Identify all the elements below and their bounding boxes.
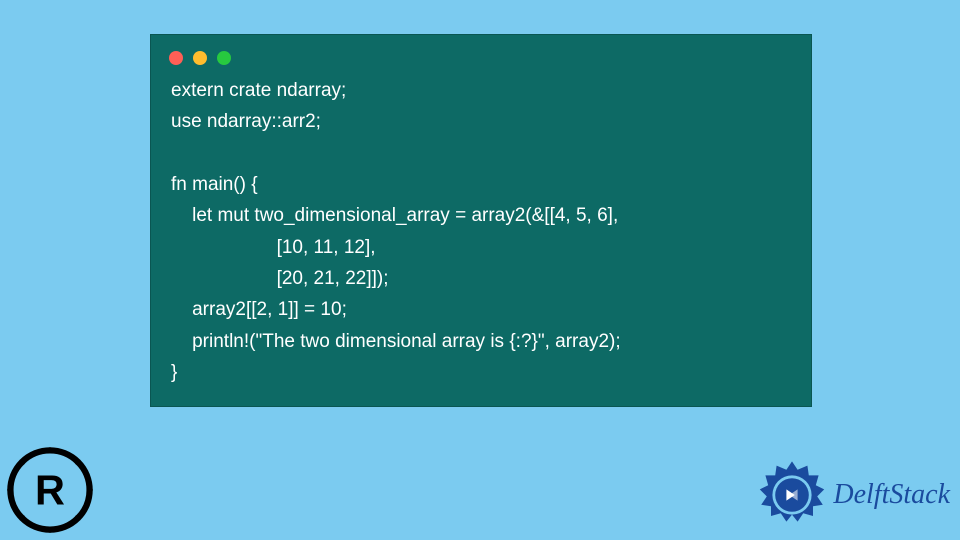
brand-name: DelftStack — [833, 479, 950, 511]
window-controls — [151, 35, 811, 75]
minimize-icon — [193, 51, 207, 65]
svg-text:R: R — [35, 467, 65, 513]
close-icon — [169, 51, 183, 65]
gear-icon — [757, 460, 827, 530]
rust-logo-icon: R — [5, 445, 95, 535]
code-panel: extern crate ndarray; use ndarray::arr2;… — [150, 34, 812, 407]
maximize-icon — [217, 51, 231, 65]
code-content: extern crate ndarray; use ndarray::arr2;… — [151, 75, 811, 388]
delftstack-logo: DelftStack — [757, 460, 950, 530]
